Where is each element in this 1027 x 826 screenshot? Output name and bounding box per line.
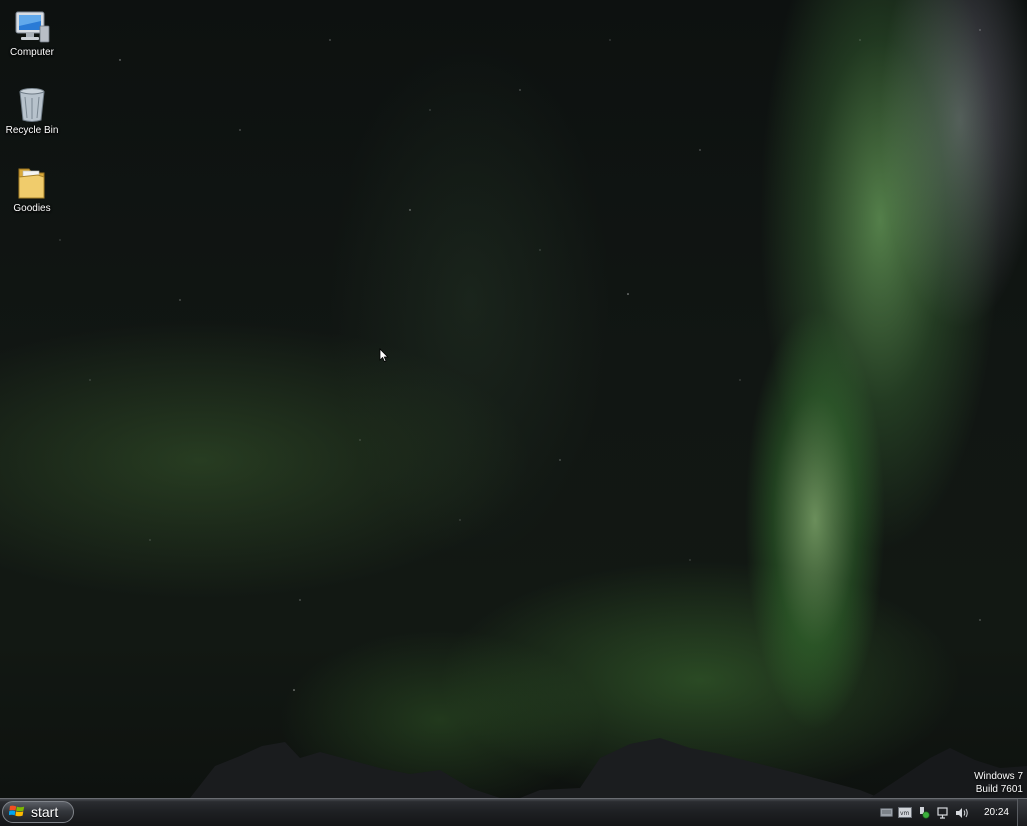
watermark-os-name: Windows 7 — [974, 771, 1023, 782]
windows-logo-icon — [8, 803, 25, 822]
start-button-label: start — [31, 804, 59, 820]
start-button[interactable]: start — [2, 801, 74, 823]
desktop-icon-label: Computer — [10, 47, 54, 58]
star-field — [59, 29, 981, 691]
watermark-build: Build 7601 — [975, 784, 1023, 795]
recycle-bin-icon — [13, 86, 51, 124]
desktop[interactable]: Computer Recycle Bin Goodies Windows 7 B… — [0, 0, 1027, 798]
volume-icon[interactable] — [955, 805, 970, 820]
system-tray: vm 20:24 — [877, 799, 1027, 826]
desktop-icon-recycle-bin[interactable]: Recycle Bin — [4, 86, 60, 136]
desktop-icon-label: Goodies — [13, 203, 51, 214]
build-watermark: Windows 7 Build 7601 — [974, 770, 1023, 796]
desktop-icon-computer[interactable]: Computer — [4, 8, 60, 58]
computer-icon — [13, 8, 51, 46]
svg-text:vm: vm — [900, 810, 910, 817]
taskbar-clock[interactable]: 20:24 — [984, 807, 1009, 818]
taskbar: start vm 20:24 — [0, 798, 1027, 826]
desktop-icon-goodies[interactable]: Goodies — [4, 164, 60, 214]
network-icon[interactable] — [936, 805, 951, 820]
mouse-pointer-icon — [379, 348, 389, 367]
mountain-silhouette — [190, 738, 1027, 798]
keyboard-icon[interactable] — [879, 805, 894, 820]
vm-tools-icon[interactable]: vm — [898, 805, 913, 820]
show-desktop-button[interactable] — [1017, 799, 1027, 826]
desktop-icon-label: Recycle Bin — [5, 125, 59, 136]
security-shield-icon[interactable] — [917, 805, 932, 820]
folder-icon — [13, 164, 51, 202]
